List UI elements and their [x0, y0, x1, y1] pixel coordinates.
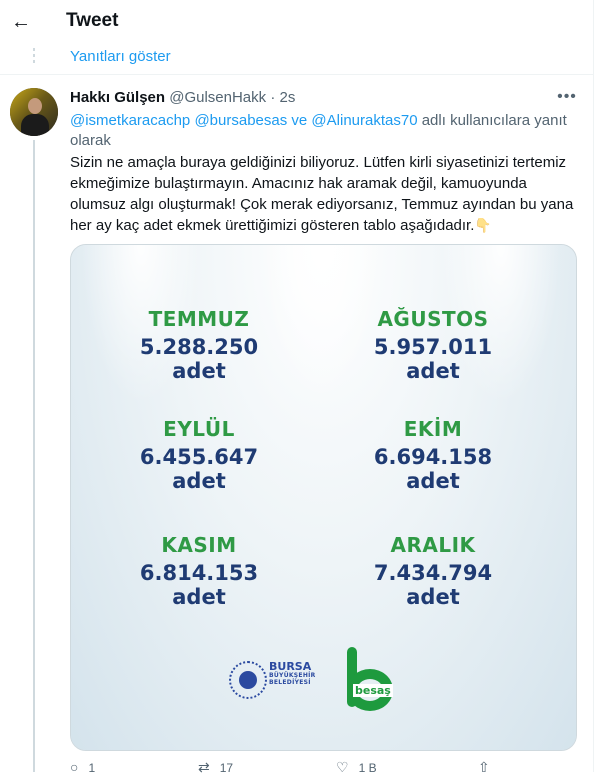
month-value: 5.288.250 [139, 335, 259, 359]
month-block-kasim: KASIM 6.814.153 adet [89, 533, 309, 609]
reply-icon: ○ [70, 759, 79, 775]
back-arrow-icon[interactable]: ← [8, 9, 34, 35]
month-block-temmuz: TEMMUZ 5.288.250 adet [89, 307, 309, 383]
month-unit: adet [406, 585, 460, 609]
reply-to-line: @ismetkaracachp @bursabesas ve @Alinurak… [70, 111, 570, 151]
month-label: AĞUSTOS [377, 307, 489, 331]
month-block-aralik: ARALIK 7.434.794 adet [323, 533, 543, 609]
author-handle[interactable]: @GulsenHakk [169, 89, 266, 106]
mention-connector: ve [291, 112, 308, 129]
share-icon: ⇧ [478, 759, 490, 775]
heart-icon: ♡ [336, 759, 349, 775]
like-button[interactable]: ♡ 1 B [336, 759, 377, 775]
author-name[interactable]: Hakkı Gülşen [70, 89, 165, 106]
month-label: ARALIK [390, 533, 476, 557]
like-count: 1 B [358, 761, 377, 775]
show-replies-link[interactable]: Yanıtları göster [70, 48, 171, 65]
mention-bursabesas[interactable]: @bursabesas [194, 112, 287, 129]
month-label: EKİM [403, 417, 463, 441]
month-unit: adet [172, 359, 226, 383]
retweet-button[interactable]: ⇄ 17 [198, 759, 234, 775]
month-value: 7.434.794 [373, 561, 493, 585]
mention-ismetkaracachp[interactable]: @ismetkaracachp [70, 112, 190, 129]
header-bar: ← Tweet [0, 0, 593, 44]
pointing-down-emoji: 👇 [474, 217, 492, 233]
month-block-eylul: EYLÜL 6.455.647 adet [89, 417, 309, 493]
month-label: KASIM [161, 533, 237, 557]
month-unit: adet [172, 469, 226, 493]
separator-dot: · [270, 89, 276, 106]
page-title: Tweet [66, 10, 119, 31]
month-block-ekim: EKİM 6.694.158 adet [323, 417, 543, 493]
tweet-time[interactable]: 2s [280, 89, 296, 106]
tweet-text: Sizin ne amaçla buraya geldiğinizi biliy… [70, 152, 575, 236]
month-label: TEMMUZ [148, 307, 250, 331]
bursa-seal-icon [229, 661, 267, 699]
month-unit: adet [406, 469, 460, 493]
month-block-agustos: AĞUSTOS 5.957.011 adet [323, 307, 543, 383]
month-unit: adet [172, 585, 226, 609]
column-border [593, 0, 594, 772]
logos: BURSA BÜYÜKŞEHİR BELEDİYESİ besaş [229, 645, 429, 725]
share-button[interactable]: ⇧ [478, 759, 490, 775]
retweet-count: 17 [219, 761, 234, 775]
bursa-logo-text: BURSA BÜYÜKŞEHİR BELEDİYESİ [269, 660, 316, 686]
thread-dots [33, 48, 35, 66]
tweet-body: Sizin ne amaçla buraya geldiğinizi biliy… [70, 154, 574, 234]
mention-alinuraktas70[interactable]: @Alinuraktas70 [311, 112, 417, 129]
reply-count: 1 [88, 761, 96, 775]
more-options-icon[interactable]: ••• [556, 88, 578, 108]
tweet-image[interactable]: TEMMUZ 5.288.250 adet AĞUSTOS 5.957.011 … [70, 244, 577, 751]
month-unit: adet [406, 359, 460, 383]
besas-logo-icon: besaş [343, 647, 395, 713]
month-value: 6.694.158 [373, 445, 493, 469]
month-label: EYLÜL [163, 417, 235, 441]
tweet-actions: ○ 1 ⇄ 17 ♡ 1 B ⇧ [70, 759, 575, 775]
retweet-icon: ⇄ [198, 759, 210, 775]
month-value: 6.455.647 [139, 445, 259, 469]
divider [0, 74, 593, 75]
author-row: Hakkı Gülşen @GulsenHakk · 2s [70, 89, 295, 106]
month-value: 5.957.011 [373, 335, 493, 359]
month-value: 6.814.153 [139, 561, 259, 585]
thread-line [33, 140, 35, 772]
reply-button[interactable]: ○ 1 [70, 759, 96, 775]
avatar[interactable] [10, 88, 58, 136]
